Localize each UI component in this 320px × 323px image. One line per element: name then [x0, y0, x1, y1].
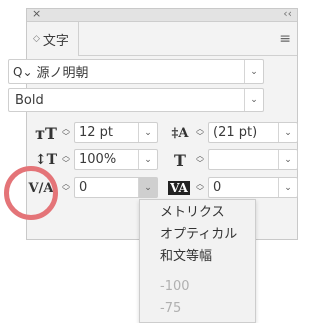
chevron-down-icon[interactable]: ⌄	[138, 178, 157, 197]
horizontal-scale-stepper[interactable]: ︿ ﹀	[193, 150, 207, 170]
vertical-scale-field[interactable]: 100% ⌄	[74, 149, 158, 170]
font-size-icon: ᴛT	[35, 123, 57, 143]
collapse-icon[interactable]: ‹‹	[283, 7, 292, 20]
tracking-value: 0	[213, 180, 222, 195]
leading-icon: ‡A	[171, 125, 189, 141]
menu-item-metrics[interactable]: メトリクス	[140, 202, 255, 224]
font-size-value: 12 pt	[79, 125, 114, 140]
tracking-field[interactable]: 0 ⌄	[208, 177, 298, 198]
font-size-stepper[interactable]: ︿ ﹀	[59, 123, 73, 143]
chevron-down-icon[interactable]: ⌄	[138, 150, 157, 169]
tab-row: ◇ 文字 ≡	[27, 22, 297, 58]
kerning-field[interactable]: 0 ⌄	[74, 177, 158, 198]
search-icon[interactable]: Q⌄	[9, 65, 33, 79]
font-style-value: Bold	[15, 92, 44, 108]
menu-item-number[interactable]: -75	[140, 298, 255, 320]
chevron-down-icon[interactable]: ⌄	[244, 60, 263, 83]
menu-item-japanese-monospace[interactable]: 和文等幅	[140, 246, 255, 268]
chevron-down-icon[interactable]: ⌄	[278, 178, 297, 197]
vertical-scale-value: 100%	[79, 152, 117, 167]
kerning-stepper[interactable]: ︿ ﹀	[59, 178, 73, 198]
leading-value: (21 pt)	[213, 125, 258, 140]
highlight-circle	[4, 166, 58, 220]
menu-separator	[140, 268, 255, 276]
leading-stepper[interactable]: ︿ ﹀	[193, 123, 207, 143]
tab-label: 文字	[42, 33, 69, 49]
panel-titlebar: × ‹‹	[27, 7, 297, 22]
chevron-down-icon[interactable]: ⌄	[138, 123, 157, 142]
kerning-value: 0	[79, 180, 88, 195]
tab-character[interactable]: ◇ 文字	[27, 22, 79, 56]
font-family-field[interactable]: Q⌄ 源ノ明朝 ⌄	[8, 59, 264, 84]
chevron-down-icon[interactable]: ⌄	[244, 89, 263, 111]
horizontal-scale-icon: T	[174, 150, 186, 170]
leading-field[interactable]: (21 pt) ⌄	[208, 122, 298, 143]
font-style-field[interactable]: Bold ⌄	[8, 88, 264, 112]
tab-arrows-icon: ◇	[33, 34, 40, 44]
tab-divider	[79, 55, 297, 56]
font-family-value: 源ノ明朝	[36, 66, 89, 81]
chevron-down-icon[interactable]: ⌄	[278, 150, 297, 169]
kerning-dropdown-menu: メトリクス オプティカル 和文等幅 -100 -75	[139, 199, 256, 323]
font-size-field[interactable]: 12 pt ⌄	[74, 122, 158, 143]
chevron-down-icon[interactable]: ⌄	[278, 123, 297, 142]
menu-item-number[interactable]: -100	[140, 276, 255, 298]
menu-item-optical[interactable]: オプティカル	[140, 224, 255, 246]
panel-menu-icon[interactable]: ≡	[279, 31, 291, 47]
close-icon[interactable]: ×	[32, 7, 41, 20]
tracking-stepper[interactable]: ︿ ﹀	[193, 178, 207, 198]
vertical-scale-stepper[interactable]: ︿ ﹀	[59, 150, 73, 170]
tracking-icon: VA	[168, 181, 190, 195]
horizontal-scale-field[interactable]: ⌄	[208, 149, 298, 170]
